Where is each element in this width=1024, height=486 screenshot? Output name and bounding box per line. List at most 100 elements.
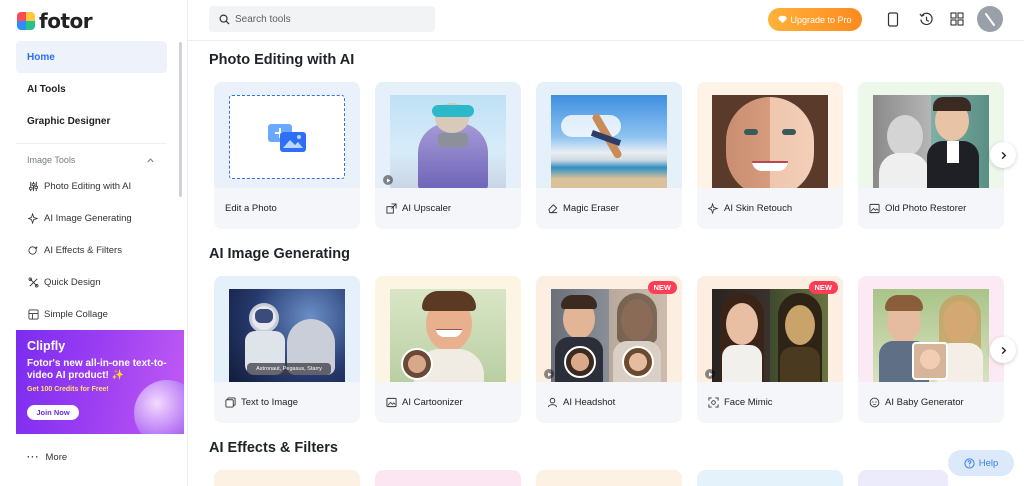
selfie-thumbnail-1: [564, 346, 596, 378]
sidebar-item-ai-effects[interactable]: AI Effects & Filters: [16, 234, 167, 266]
card-peek[interactable]: [697, 470, 843, 486]
astronaut-photo: Astronaut, Pegasus, Starry: [229, 289, 345, 382]
sidebar-item-home[interactable]: Home: [16, 41, 167, 73]
join-now-button[interactable]: Join Now: [27, 405, 79, 420]
promo-text: Fotor's new all-in-one text-to-video AI …: [27, 358, 167, 381]
card-label: Magic Eraser: [547, 203, 619, 214]
mobile-icon[interactable]: [884, 10, 902, 28]
card-label-text: Edit a Photo: [225, 203, 277, 214]
upscaler-photo: [390, 95, 506, 188]
image-tools-section-toggle[interactable]: Image Tools: [16, 150, 167, 170]
chevron-right-icon: [1001, 346, 1006, 354]
selfie-thumbnail-2: [622, 346, 654, 378]
new-badge: NEW: [647, 281, 677, 294]
sidebar-item-label: AI Effects & Filters: [44, 244, 122, 256]
card-label-text: AI Upscaler: [402, 203, 452, 214]
ai-sparkle-icon: [27, 212, 39, 224]
sidebar-item-quick-design[interactable]: Quick Design: [16, 266, 167, 298]
search-icon: [219, 14, 230, 25]
video-play-icon: [383, 175, 393, 185]
sidebar-item-photo-editing[interactable]: Photo Editing with AI: [16, 170, 167, 202]
carousel-next-button[interactable]: [990, 142, 1016, 168]
card-magic-eraser[interactable]: Magic Eraser: [536, 82, 682, 229]
search-input[interactable]: [235, 13, 415, 25]
upload-dropzone[interactable]: [229, 95, 345, 179]
clipfly-promo-banner[interactable]: Clipfly Fotor's new all-in-one text-to-v…: [16, 330, 184, 434]
prompt-caption: Astronaut, Pegasus, Starry: [247, 363, 331, 375]
original-face-thumbnail: [401, 348, 433, 380]
avatar[interactable]: [977, 6, 1003, 32]
eraser-icon: [547, 203, 558, 214]
section-title-photo-editing: Photo Editing with AI: [209, 52, 355, 68]
diamond-icon: [778, 15, 788, 24]
card-ai-upscaler[interactable]: AI Upscaler: [375, 82, 521, 229]
card-ai-skin-retouch[interactable]: AI Skin Retouch: [697, 82, 843, 229]
card-label: AI Headshot: [547, 397, 615, 408]
help-label: Help: [978, 457, 999, 469]
card-label: AI Upscaler: [386, 203, 451, 214]
header-divider: [188, 40, 1024, 41]
card-label: Text to Image: [225, 397, 298, 408]
sidebar-item-graphic-designer[interactable]: Graphic Designer: [16, 105, 167, 137]
help-button[interactable]: Help: [948, 450, 1014, 476]
person-icon: [547, 397, 558, 408]
section-title-ai-image-generating: AI Image Generating: [209, 246, 351, 262]
collage-icon: [27, 308, 39, 320]
help-icon: [964, 457, 975, 469]
card-label: Old Photo Restorer: [869, 203, 966, 214]
card-label-text: Text to Image: [241, 397, 299, 408]
card-label: Face Mimic: [708, 397, 773, 408]
card-face-mimic[interactable]: NEW Face Mimic: [697, 276, 843, 423]
fotor-logo[interactable]: fotor: [17, 9, 93, 33]
ai-sparkle-icon: [708, 203, 719, 214]
more-button[interactable]: ··· More: [27, 452, 67, 463]
card-label-text: AI Baby Generator: [885, 397, 964, 408]
card-peek[interactable]: [536, 470, 682, 486]
carousel-next-button[interactable]: [990, 337, 1016, 363]
sidebar-item-label: Photo Editing with AI: [44, 180, 132, 192]
card-label: AI Skin Retouch: [708, 203, 792, 214]
card-edit-a-photo[interactable]: Edit a Photo: [214, 82, 360, 229]
card-old-photo-restorer[interactable]: Old Photo Restorer: [858, 82, 1004, 229]
history-icon[interactable]: [917, 10, 935, 28]
design-icon: [27, 276, 39, 288]
card-peek[interactable]: [214, 470, 360, 486]
card-label: Edit a Photo: [225, 203, 277, 214]
more-dots-icon: ···: [27, 452, 40, 463]
sliders-icon: [27, 180, 39, 192]
sidebar-nav: Home AI Tools Graphic Designer Image Too…: [16, 41, 167, 330]
upgrade-to-pro-button[interactable]: Upgrade to Pro: [768, 8, 862, 31]
brand-name: fotor: [39, 9, 93, 33]
promo-subtext: Get 100 Credits for Free!: [27, 386, 109, 393]
upscale-icon: [386, 203, 397, 214]
ai-effects-icon: [27, 244, 39, 256]
sidebar-item-label: Quick Design: [44, 276, 101, 288]
card-label: AI Baby Generator: [869, 397, 964, 408]
card-text-to-image[interactable]: Astronaut, Pegasus, Starry Text to Image: [214, 276, 360, 423]
search-bar[interactable]: [209, 6, 435, 32]
chevron-right-icon: [1001, 151, 1006, 159]
card-label-text: Old Photo Restorer: [885, 203, 967, 214]
card-label-text: AI Cartoonizer: [402, 397, 463, 408]
image-icon: [386, 397, 397, 408]
sidebar-scrollbar[interactable]: [179, 42, 182, 197]
more-label: More: [45, 452, 68, 463]
apps-grid-icon[interactable]: [948, 10, 966, 28]
card-peek[interactable]: [375, 470, 521, 486]
sidebar-item-ai-tools[interactable]: AI Tools: [16, 73, 167, 105]
upgrade-label: Upgrade to Pro: [790, 14, 852, 25]
video-play-icon: [705, 369, 715, 379]
eraser-photo: [551, 95, 667, 188]
baby-result-thumbnail: [912, 342, 948, 380]
card-label-text: Magic Eraser: [563, 203, 619, 214]
card-peek[interactable]: [858, 470, 948, 486]
card-ai-baby-generator[interactable]: AI Baby Generator: [858, 276, 1004, 423]
card-ai-headshot[interactable]: NEW AI Headshot: [536, 276, 682, 423]
sidebar-item-label: AI Image Generating: [44, 212, 132, 224]
card-label-text: AI Headshot: [563, 397, 616, 408]
skin-retouch-photo: [712, 95, 828, 188]
sidebar-item-ai-image-generating[interactable]: AI Image Generating: [16, 202, 167, 234]
card-ai-cartoonizer[interactable]: AI Cartoonizer: [375, 276, 521, 423]
sidebar-item-simple-collage[interactable]: Simple Collage: [16, 298, 167, 330]
face-scan-icon: [708, 397, 719, 408]
